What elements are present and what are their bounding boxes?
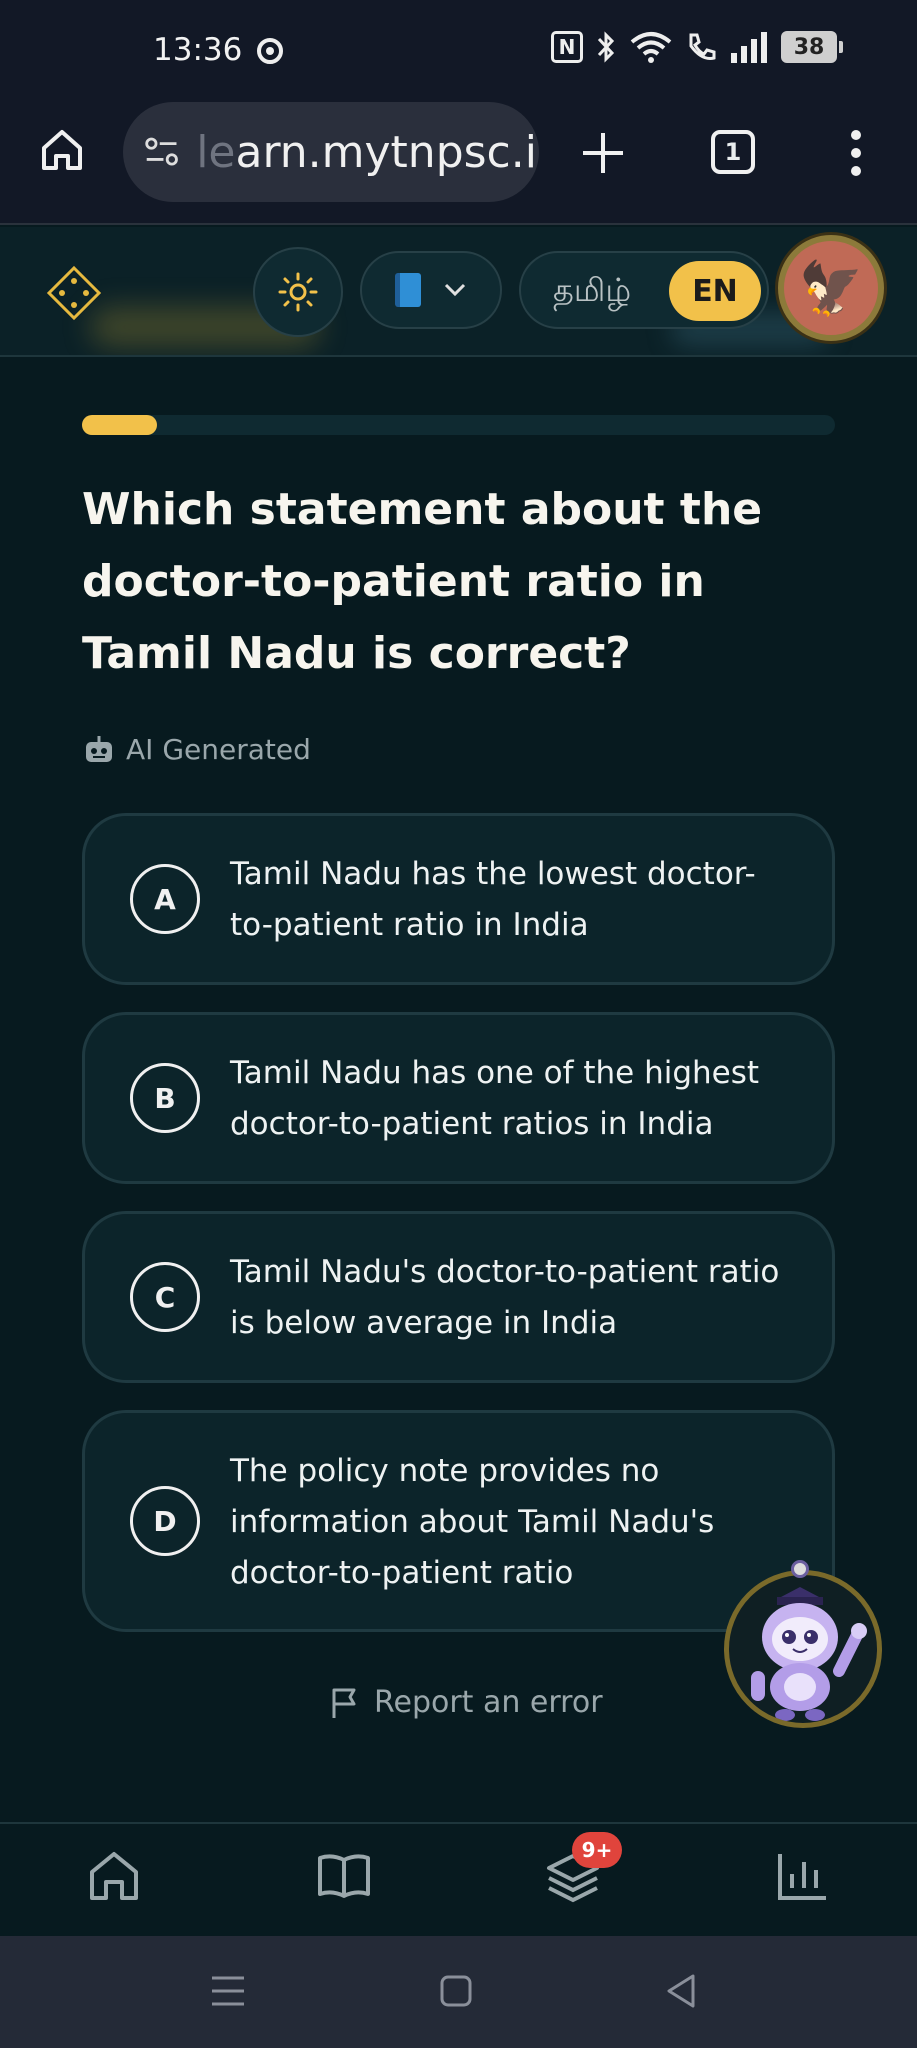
focus-mode-icon — [257, 38, 283, 64]
back-triangle-icon[interactable] — [657, 1966, 707, 2016]
book-icon — [395, 273, 421, 307]
option-a[interactable]: A Tamil Nadu has the lowest doctor-to-pa… — [82, 813, 835, 985]
browser-home-icon[interactable] — [38, 126, 86, 174]
progress-fill — [82, 415, 158, 435]
eagle-icon: 🦅 — [798, 258, 864, 319]
option-letter: D — [130, 1486, 200, 1556]
site-settings-icon[interactable] — [143, 132, 180, 172]
flag-icon — [332, 1688, 356, 1718]
sun-icon — [278, 272, 318, 312]
lang-tamil-option[interactable]: தமிழ் — [553, 271, 631, 313]
option-b[interactable]: B Tamil Nadu has one of the highest doct… — [82, 1012, 835, 1184]
option-letter: C — [130, 1262, 200, 1332]
option-text: Tamil Nadu has one of the highest doctor… — [230, 1055, 760, 1142]
tab-switcher-button[interactable]: 1 — [711, 130, 755, 174]
nfc-icon: N — [551, 31, 583, 63]
option-text: Tamil Nadu's doctor-to-patient ratio is … — [230, 1254, 780, 1341]
progress-bar — [82, 415, 835, 435]
system-nav-bar — [0, 1936, 917, 2048]
lang-en-option[interactable]: EN — [669, 261, 761, 321]
url-prefix: le — [196, 126, 236, 178]
subject-dropdown[interactable] — [360, 251, 502, 329]
nav-stats-icon[interactable] — [774, 1848, 830, 1904]
option-letter: B — [130, 1063, 200, 1133]
home-square-icon[interactable] — [431, 1966, 481, 2016]
call-icon — [689, 33, 716, 60]
mascot-assistant-button[interactable] — [724, 1570, 882, 1728]
url-text: learn.mytnpsc.in — [196, 127, 539, 178]
bottom-nav: 9+ — [0, 1822, 917, 1936]
report-error-button[interactable]: Report an error — [330, 1685, 603, 1720]
new-tab-icon[interactable] — [580, 130, 626, 176]
battery-icon: 38 — [781, 31, 843, 63]
nav-book-icon[interactable] — [316, 1848, 372, 1904]
notification-badge: 9+ — [572, 1832, 622, 1868]
theme-toggle-button[interactable] — [253, 247, 343, 337]
browser-toolbar: learn.mytnpsc.in 1 — [0, 100, 917, 225]
bluetooth-icon — [597, 31, 615, 63]
option-d[interactable]: D The policy note provides no informatio… — [82, 1410, 835, 1632]
avatar[interactable]: 🦅 — [778, 235, 884, 341]
app-logo-icon[interactable] — [46, 265, 102, 321]
recent-apps-icon[interactable] — [203, 1966, 253, 2016]
option-letter: A — [130, 864, 200, 934]
ai-generated-badge: AI Generated — [82, 733, 311, 766]
option-text: Tamil Nadu has the lowest doctor-to-pati… — [230, 856, 756, 943]
robot-mascot-icon — [751, 1587, 867, 1721]
option-c[interactable]: C Tamil Nadu's doctor-to-patient ratio i… — [82, 1211, 835, 1383]
app-header: தமிழ் EN 🦅 — [0, 227, 917, 357]
status-bar: 13:36 N 38 — [0, 0, 917, 100]
nav-home-icon[interactable] — [86, 1848, 142, 1904]
option-text: The policy note provides no information … — [230, 1453, 715, 1591]
robot-icon — [86, 735, 112, 762]
mascot-antenna-icon — [791, 1560, 809, 1578]
status-time: 13:36 — [153, 32, 243, 68]
more-menu-icon[interactable] — [846, 128, 866, 178]
chevron-down-icon — [444, 283, 466, 297]
status-icons: N 38 — [551, 30, 843, 64]
signal-icon — [731, 32, 767, 63]
wifi-icon — [630, 32, 672, 63]
language-toggle[interactable]: தமிழ் EN — [519, 251, 769, 329]
report-error-label: Report an error — [374, 1685, 603, 1720]
ai-badge-label: AI Generated — [126, 733, 311, 766]
address-bar[interactable]: learn.mytnpsc.in — [123, 102, 539, 202]
url-domain: arn.mytnpsc.in — [235, 126, 540, 178]
question-text: Which statement about the doctor-to-pati… — [82, 484, 763, 679]
